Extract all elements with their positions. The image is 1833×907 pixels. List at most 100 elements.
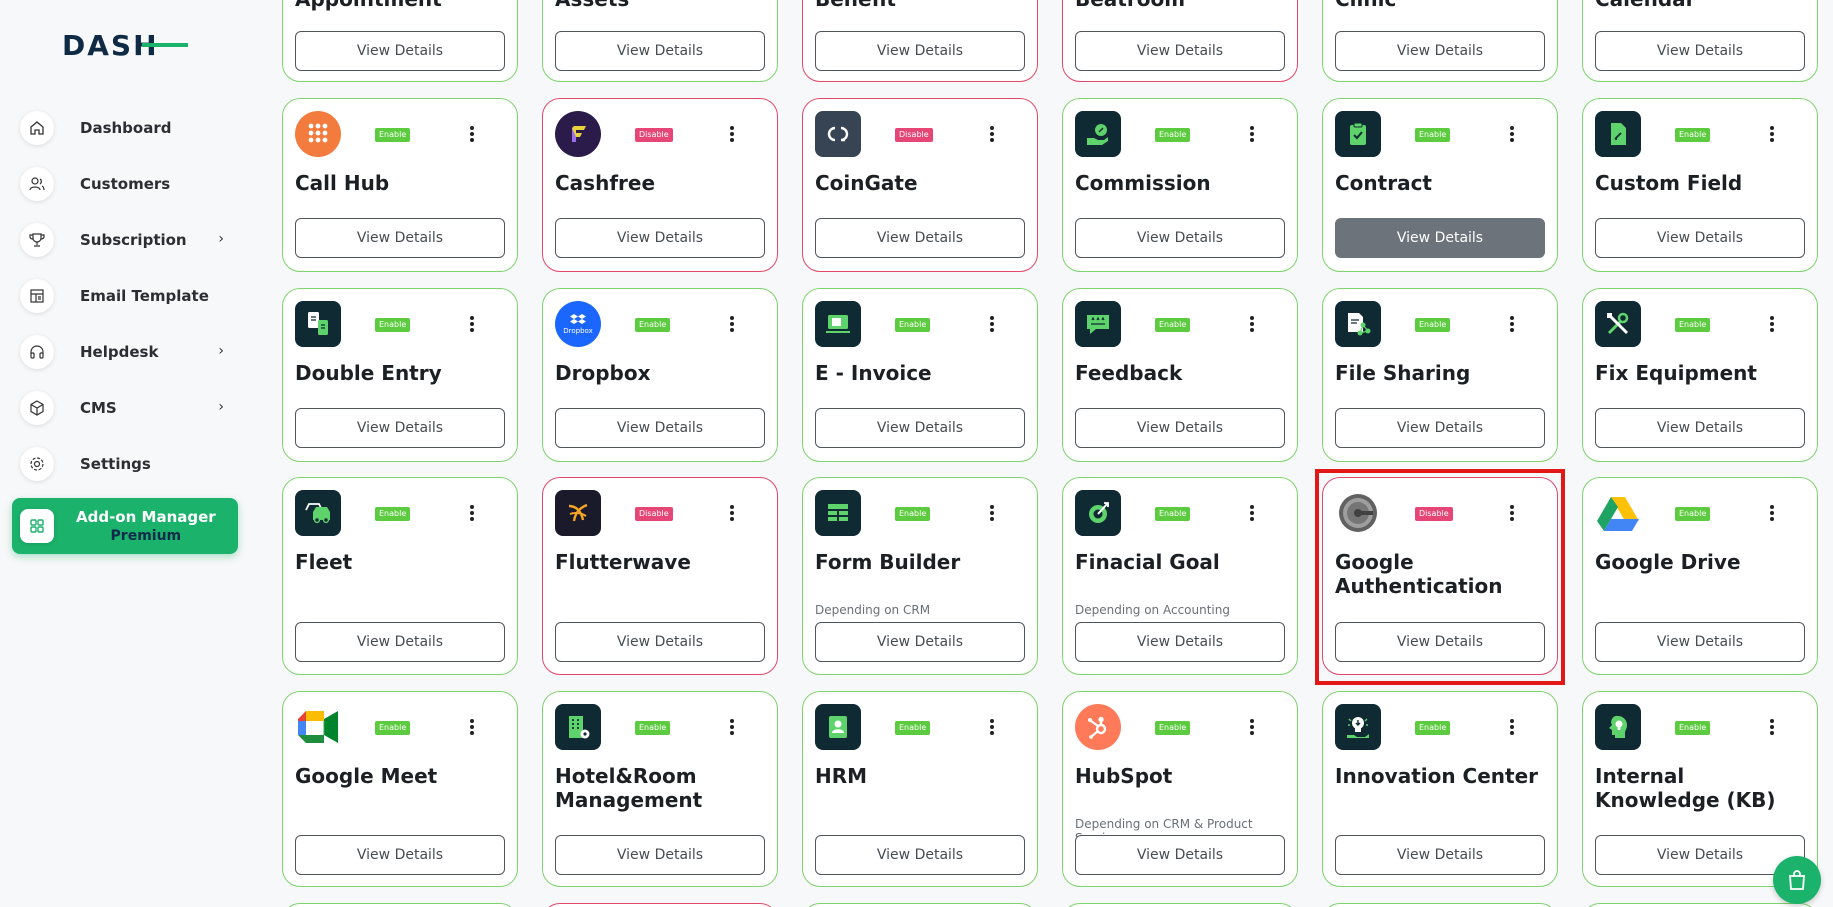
addon-card-hubspot: Enable HubSpot Depending on CRM & Produc… bbox=[1062, 691, 1298, 887]
view-details-button[interactable]: View Details bbox=[1075, 622, 1285, 662]
google-meet-logo-icon bbox=[295, 704, 341, 750]
more-options-icon[interactable] bbox=[985, 502, 999, 524]
sidebar-item-label: Helpdesk bbox=[80, 343, 159, 361]
fix-equipment-logo-icon bbox=[1595, 301, 1641, 347]
addon-title: Hotel&Room Management bbox=[555, 764, 703, 812]
view-details-button[interactable]: View Details bbox=[555, 218, 765, 258]
more-options-icon[interactable] bbox=[1505, 313, 1519, 335]
innovation-center-logo-icon bbox=[1335, 704, 1381, 750]
sidebar-item-helpdesk[interactable]: Helpdesk › bbox=[12, 324, 238, 380]
status-badge: Disable bbox=[635, 507, 673, 521]
more-options-icon[interactable] bbox=[725, 502, 739, 524]
more-options-icon[interactable] bbox=[1765, 123, 1779, 145]
sidebar-item-dashboard[interactable]: Dashboard bbox=[12, 100, 238, 156]
more-options-icon[interactable] bbox=[1505, 716, 1519, 738]
sidebar-item-customers[interactable]: Customers bbox=[12, 156, 238, 212]
more-options-icon[interactable] bbox=[1765, 716, 1779, 738]
view-details-button[interactable]: View Details bbox=[1595, 835, 1805, 875]
view-details-button[interactable]: View Details bbox=[1595, 408, 1805, 448]
headset-icon bbox=[20, 335, 54, 369]
dash-logo[interactable]: DASH bbox=[62, 30, 188, 60]
addon-card-fleet: Enable Fleet View Details bbox=[282, 477, 518, 675]
more-options-icon[interactable] bbox=[985, 716, 999, 738]
users-icon bbox=[20, 167, 54, 201]
more-options-icon[interactable] bbox=[725, 123, 739, 145]
view-details-button[interactable]: View Details bbox=[815, 408, 1025, 448]
view-details-button[interactable]: View Details bbox=[295, 408, 505, 448]
more-options-icon[interactable] bbox=[1245, 502, 1259, 524]
addon-title: Finacial Goal bbox=[1075, 550, 1220, 574]
addon-card-call-hub: Enable Call Hub View Details bbox=[282, 98, 518, 272]
sidebar-item-cms[interactable]: CMS › bbox=[12, 380, 238, 436]
more-options-icon[interactable] bbox=[465, 123, 479, 145]
status-badge: Enable bbox=[1155, 128, 1191, 142]
view-details-button[interactable]: View Details bbox=[555, 622, 765, 662]
view-details-button[interactable]: View Details bbox=[1335, 31, 1545, 71]
more-options-icon[interactable] bbox=[985, 313, 999, 335]
file-sharing-logo-icon bbox=[1335, 301, 1381, 347]
sidebar-item-addon-manager[interactable]: Add-on Manager Premium bbox=[12, 498, 238, 554]
status-badge: Enable bbox=[375, 721, 411, 735]
view-details-button[interactable]: View Details bbox=[815, 218, 1025, 258]
view-details-button[interactable]: View Details bbox=[1335, 218, 1545, 258]
addon-title: Fix Equipment bbox=[1595, 361, 1757, 385]
status-badge: Enable bbox=[1415, 128, 1451, 142]
more-options-icon[interactable] bbox=[465, 716, 479, 738]
status-badge: Enable bbox=[375, 128, 411, 142]
view-details-button[interactable]: View Details bbox=[815, 622, 1025, 662]
addon-card-flutterwave: Disable Flutterwave View Details bbox=[542, 477, 778, 675]
view-details-button[interactable]: View Details bbox=[555, 835, 765, 875]
view-details-button[interactable]: View Details bbox=[815, 835, 1025, 875]
sidebar-item-settings[interactable]: Settings bbox=[12, 436, 238, 492]
view-details-button[interactable]: View Details bbox=[295, 835, 505, 875]
view-details-button[interactable]: View Details bbox=[555, 31, 765, 71]
addon-title: Fleet bbox=[295, 550, 353, 574]
view-details-button[interactable]: View Details bbox=[1335, 408, 1545, 448]
addon-card-form-builder: Enable Form Builder Depending on CRM Vie… bbox=[802, 477, 1038, 675]
addon-card-calendar: Calendar View Details bbox=[1582, 0, 1818, 82]
addon-card-coingate: Disable CoinGate View Details bbox=[802, 98, 1038, 272]
more-options-icon[interactable] bbox=[1245, 716, 1259, 738]
contract-logo-icon bbox=[1335, 111, 1381, 157]
more-options-icon[interactable] bbox=[1245, 123, 1259, 145]
call-hub-logo-icon bbox=[295, 111, 341, 157]
sidebar-item-label: Settings bbox=[80, 455, 151, 473]
view-details-button[interactable]: View Details bbox=[295, 622, 505, 662]
status-badge: Enable bbox=[375, 507, 411, 521]
view-details-button[interactable]: View Details bbox=[1075, 218, 1285, 258]
view-details-button[interactable]: View Details bbox=[295, 31, 505, 71]
addon-dependency: Depending on CRM bbox=[815, 603, 931, 617]
more-options-icon[interactable] bbox=[1765, 502, 1779, 524]
view-details-button[interactable]: View Details bbox=[1595, 622, 1805, 662]
addon-card-commission: Enable Commission View Details bbox=[1062, 98, 1298, 272]
view-details-button[interactable]: View Details bbox=[1595, 31, 1805, 71]
more-options-icon[interactable] bbox=[725, 716, 739, 738]
addon-title: Custom Field bbox=[1595, 171, 1743, 195]
more-options-icon[interactable] bbox=[985, 123, 999, 145]
view-details-button[interactable]: View Details bbox=[1075, 31, 1285, 71]
hrm-logo-icon bbox=[815, 704, 861, 750]
addon-title: Flutterwave bbox=[555, 550, 691, 574]
view-details-button[interactable]: View Details bbox=[815, 31, 1025, 71]
more-options-icon[interactable] bbox=[725, 313, 739, 335]
sidebar-item-email-template[interactable]: Email Template bbox=[12, 268, 238, 324]
addon-title: Assets bbox=[555, 0, 769, 11]
sidebar-item-subscription[interactable]: Subscription › bbox=[12, 212, 238, 268]
view-details-button[interactable]: View Details bbox=[295, 218, 505, 258]
view-details-button[interactable]: View Details bbox=[1595, 218, 1805, 258]
sidebar-item-label: CMS bbox=[80, 399, 117, 417]
shopping-bag-button[interactable] bbox=[1773, 856, 1821, 904]
view-details-button[interactable]: View Details bbox=[1335, 835, 1545, 875]
view-details-button[interactable]: View Details bbox=[1075, 835, 1285, 875]
more-options-icon[interactable] bbox=[1245, 313, 1259, 335]
view-details-button[interactable]: View Details bbox=[555, 408, 765, 448]
more-options-icon[interactable] bbox=[1765, 313, 1779, 335]
more-options-icon[interactable] bbox=[465, 313, 479, 335]
more-options-icon[interactable] bbox=[465, 502, 479, 524]
flutterwave-logo-icon bbox=[555, 490, 601, 536]
addon-title: Benefit bbox=[815, 0, 1029, 11]
trophy-icon bbox=[20, 223, 54, 257]
view-details-button[interactable]: View Details bbox=[1075, 408, 1285, 448]
more-options-icon[interactable] bbox=[1505, 123, 1519, 145]
sidebar-item-label: Add-on Manager bbox=[76, 508, 216, 526]
